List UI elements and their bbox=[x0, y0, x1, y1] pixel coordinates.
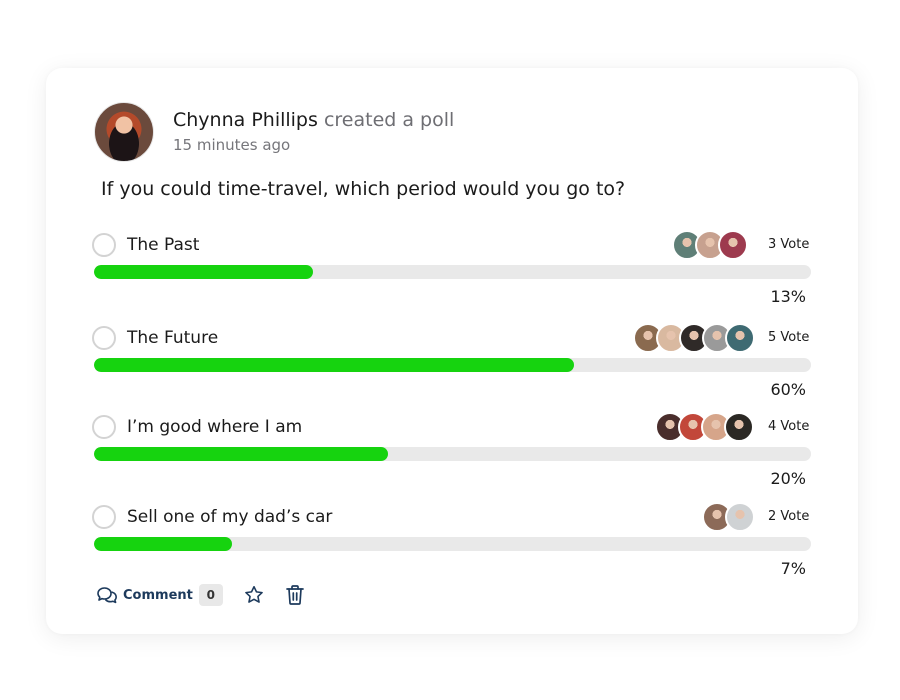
vote-percentage: 7% bbox=[780, 559, 806, 578]
voter-avatars bbox=[702, 502, 755, 532]
post-actions: Comment 0 bbox=[96, 583, 305, 607]
option-radio[interactable] bbox=[92, 505, 116, 529]
voter-avatars bbox=[633, 323, 755, 353]
author-avatar[interactable] bbox=[94, 102, 154, 162]
result-bar-track bbox=[94, 358, 811, 372]
result-bar-fill bbox=[94, 537, 232, 551]
author-line: Chynna Phillips created a poll bbox=[173, 108, 454, 132]
vote-percentage: 13% bbox=[770, 287, 806, 306]
voter-avatar[interactable] bbox=[725, 323, 755, 353]
poll-option-the-future[interactable]: The Future 5 Vote 60% bbox=[46, 323, 858, 416]
option-radio[interactable] bbox=[92, 415, 116, 439]
option-label[interactable]: The Future bbox=[127, 327, 218, 349]
result-bar-track bbox=[94, 447, 811, 461]
post-timestamp: 15 minutes ago bbox=[173, 136, 291, 154]
poll-question: If you could time-travel, which period w… bbox=[101, 178, 626, 200]
voter-avatar[interactable] bbox=[718, 230, 748, 260]
poll-option-sell-dads-car[interactable]: Sell one of my dad’s car 2 Vote 7% bbox=[46, 502, 858, 595]
favorite-button[interactable] bbox=[243, 584, 265, 606]
option-label[interactable]: The Past bbox=[127, 234, 199, 256]
comment-count-badge: 0 bbox=[198, 584, 223, 606]
trash-icon bbox=[285, 584, 305, 606]
voter-avatars bbox=[672, 230, 748, 260]
result-bar-fill bbox=[94, 358, 575, 372]
result-bar-fill bbox=[94, 447, 388, 461]
delete-button[interactable] bbox=[285, 584, 305, 606]
vote-percentage: 60% bbox=[770, 380, 806, 399]
star-icon bbox=[243, 584, 265, 606]
author-action: created a poll bbox=[323, 109, 455, 131]
option-radio[interactable] bbox=[92, 233, 116, 257]
comment-label: Comment bbox=[123, 587, 193, 603]
poll-option-the-past[interactable]: The Past 3 Vote 13% bbox=[46, 230, 858, 323]
vote-count: 2 Vote bbox=[768, 509, 810, 524]
result-bar-track bbox=[94, 537, 811, 551]
voter-avatar[interactable] bbox=[724, 412, 754, 442]
comment-icon bbox=[96, 586, 118, 604]
vote-count: 3 Vote bbox=[768, 237, 810, 252]
option-label[interactable]: Sell one of my dad’s car bbox=[127, 506, 332, 528]
comment-button[interactable]: Comment 0 bbox=[96, 584, 223, 606]
author-name[interactable]: Chynna Phillips bbox=[173, 109, 318, 131]
vote-percentage: 20% bbox=[770, 469, 806, 488]
option-radio[interactable] bbox=[92, 326, 116, 350]
voter-avatar[interactable] bbox=[725, 502, 755, 532]
vote-count: 4 Vote bbox=[768, 419, 810, 434]
voter-avatars bbox=[655, 412, 754, 442]
poll-option-good-where-i-am[interactable]: I’m good where I am 4 Vote 20% bbox=[46, 412, 858, 505]
result-bar-track bbox=[94, 265, 811, 279]
result-bar-fill bbox=[94, 265, 313, 279]
vote-count: 5 Vote bbox=[768, 330, 810, 345]
option-label[interactable]: I’m good where I am bbox=[127, 416, 302, 438]
poll-card: Chynna Phillips created a poll 15 minute… bbox=[46, 68, 858, 634]
